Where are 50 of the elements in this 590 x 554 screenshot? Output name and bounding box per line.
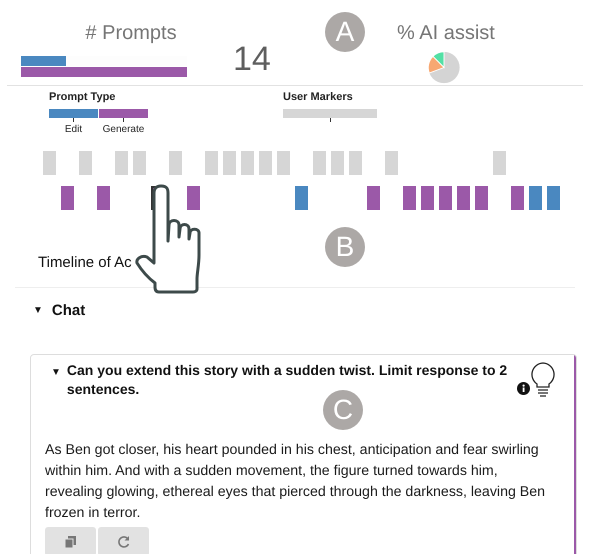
prompt-marker[interactable]	[187, 186, 200, 210]
user-marker[interactable]	[169, 151, 182, 175]
prompt-marker[interactable]	[475, 186, 488, 210]
legend-label: Generate	[102, 122, 144, 136]
chat-section-title[interactable]: Chat	[52, 300, 86, 322]
prompt-marker[interactable]	[547, 186, 560, 210]
response-text: As Ben got closer, his heart pounded in his chest, anticipation and fear swirling within him. And with a sudden movement, the figure turned towards him, revealing glowing, ethereal eyes that pierced through the darkness, leaving Ben frozen in terror.	[45, 441, 546, 523]
user-marker[interactable]	[223, 151, 236, 175]
prompt-marker[interactable]	[367, 186, 380, 210]
user-marker[interactable]	[115, 151, 128, 175]
legend-title: User Markers	[283, 90, 354, 105]
prompt-marker[interactable]	[457, 186, 470, 210]
copy-icon	[65, 536, 76, 548]
caret-icon[interactable]: ▼	[51, 365, 61, 380]
prompt-marker[interactable]	[421, 186, 434, 210]
user-marker[interactable]	[241, 151, 254, 175]
annotation-badge: B	[325, 227, 365, 267]
prompts-title: # Prompts	[84, 21, 178, 46]
ai-assist-title: % AI assist	[397, 21, 495, 46]
user-marker[interactable]	[331, 151, 344, 175]
prompt-marker[interactable]	[295, 186, 308, 210]
copy-button[interactable]	[45, 527, 96, 554]
user-marker[interactable]	[277, 151, 290, 175]
prompt-marker[interactable]	[61, 186, 74, 210]
regenerate-button[interactable]	[98, 527, 149, 554]
legend-swatch	[99, 108, 148, 118]
user-marker[interactable]	[259, 151, 272, 175]
user-marker[interactable]	[385, 151, 398, 175]
redo-icon	[118, 536, 130, 548]
timeline-caption: Timeline of Ac	[38, 253, 133, 273]
user-marker[interactable]	[205, 151, 218, 175]
annotation-badge: A	[325, 12, 365, 52]
legend-swatch	[49, 108, 98, 118]
legend-title: Prompt Type	[49, 90, 116, 105]
annotation-badge: C	[323, 390, 363, 430]
prompt-marker[interactable]	[439, 186, 452, 210]
user-marker[interactable]	[133, 151, 146, 175]
prompt-marker[interactable]	[97, 186, 110, 210]
user-marker[interactable]	[79, 151, 92, 175]
prompt-marker[interactable]	[511, 186, 524, 210]
prompt-marker[interactable]	[529, 186, 542, 210]
user-marker[interactable]	[43, 151, 56, 175]
legend-label: Edit	[64, 122, 82, 136]
prompt-count: 14	[233, 42, 272, 76]
prompt-marker[interactable]	[403, 186, 416, 210]
info-icon[interactable]	[516, 382, 530, 395]
user-marker[interactable]	[493, 151, 506, 175]
user-marker[interactable]	[313, 151, 326, 175]
user-marker[interactable]	[349, 151, 362, 175]
caret-icon[interactable]: ▼	[33, 303, 43, 318]
